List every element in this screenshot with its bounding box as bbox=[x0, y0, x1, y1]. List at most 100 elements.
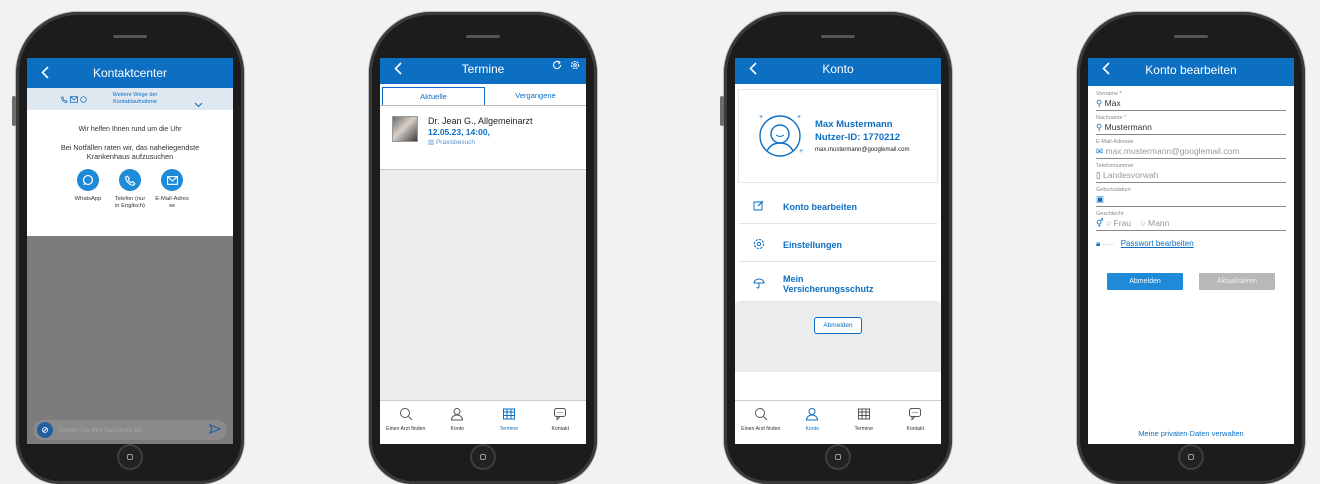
appointment-card[interactable]: Dr. Jean G., Allgemeinarzt 12.05.23, 14:… bbox=[380, 106, 586, 170]
tabbar: Einen Arzt finden Konto Termine Kontakt bbox=[735, 400, 941, 444]
users-icon: ⚲ bbox=[1096, 122, 1105, 132]
password-row: 🔒︎ ······ Passwort bearbeiten bbox=[1096, 239, 1286, 249]
back-icon[interactable] bbox=[1096, 58, 1116, 84]
appointment-datetime: 12.05.23, 14:00, bbox=[428, 127, 490, 137]
settings-icon[interactable] bbox=[570, 60, 580, 70]
privacy-link[interactable]: Meine privaten Daten verwalten bbox=[1088, 429, 1294, 438]
field-value: Max bbox=[1104, 98, 1121, 108]
back-icon[interactable] bbox=[35, 58, 55, 88]
chat-icon bbox=[909, 408, 922, 421]
password-edit-link[interactable]: Passwort bearbeiten bbox=[1121, 239, 1194, 248]
help-text: Wir helfen Ihnen rund um die Uhr bbox=[78, 126, 182, 133]
field-value: max.mustermann@googlemail.com bbox=[1105, 146, 1240, 156]
tabbar-item-konto[interactable]: Konto bbox=[787, 401, 839, 444]
home-button[interactable] bbox=[470, 444, 496, 470]
field-value: Mustermann bbox=[1104, 122, 1152, 132]
logout-button[interactable]: Abmelden bbox=[814, 317, 862, 334]
emergency-text: Bei Notfällen raten wir, das naheliegend… bbox=[60, 143, 200, 161]
phone-kontaktcenter: Kontaktcenter Weitere Wege der Kontaktau… bbox=[12, 12, 244, 484]
whatsapp-option[interactable]: WhatsApp bbox=[70, 169, 106, 209]
screen: Konto + + + Max Mustermann Nutzer-ID: 1770… bbox=[735, 58, 941, 444]
back-icon[interactable] bbox=[388, 58, 408, 84]
menu-konto-bearbeiten[interactable]: Konto bearbeiten bbox=[739, 190, 937, 224]
chat-icon bbox=[554, 408, 567, 421]
radio-label: Mann bbox=[1147, 218, 1170, 228]
phone-option[interactable]: Telefon (nur in Englisch) bbox=[112, 169, 148, 209]
logout-area: Abmelden bbox=[735, 302, 941, 372]
menu-versicherungsschutz[interactable]: Mein Versicherungsschutz bbox=[739, 266, 937, 302]
header: Konto bbox=[735, 58, 941, 84]
user-icon: ⚲ bbox=[1096, 98, 1105, 108]
phone-icon bbox=[119, 169, 141, 191]
header-title: Kontaktcenter bbox=[92, 66, 168, 80]
update-button[interactable]: Aktualisieren bbox=[1199, 273, 1275, 290]
speaker bbox=[466, 35, 500, 38]
user-icon bbox=[806, 408, 819, 421]
logout-button[interactable]: Abmelden bbox=[1107, 273, 1183, 290]
calendar-icon bbox=[502, 408, 515, 420]
profile-avatar-icon: + + + bbox=[759, 114, 803, 157]
contact-icons bbox=[61, 95, 87, 103]
edit-icon bbox=[753, 200, 769, 213]
radio-mann[interactable]: ○ Mann bbox=[1140, 218, 1169, 228]
svg-text:+: + bbox=[759, 114, 763, 121]
gender-icon: ⚥ bbox=[1096, 218, 1107, 228]
tabbar-item-kontakt[interactable]: Kontakt bbox=[535, 401, 587, 444]
appointment-type-label: Praxisbesuch bbox=[435, 139, 475, 146]
tabbar-item-find-doctor[interactable]: Einen Arzt finden bbox=[735, 401, 787, 444]
mail-option[interactable]: E-Mail-Adres se bbox=[154, 169, 190, 209]
whatsapp-icon bbox=[77, 169, 99, 191]
doctor-name: Dr. Jean G., Allgemeinarzt bbox=[428, 116, 533, 126]
back-icon[interactable] bbox=[743, 58, 763, 84]
radio-frau[interactable]: ○ Frau bbox=[1106, 218, 1131, 228]
tab-vergangene[interactable]: Vergangene bbox=[485, 87, 586, 105]
message-input[interactable]: Geben Sie Ihre Nachricht ein... bbox=[59, 427, 209, 434]
tabbar-item-konto[interactable]: Konto bbox=[432, 401, 484, 444]
doctor-avatar bbox=[392, 116, 418, 142]
header: Kontaktcenter bbox=[27, 58, 233, 88]
refresh-icon[interactable] bbox=[552, 60, 562, 70]
tabbar-item-termine[interactable]: Termine bbox=[838, 401, 890, 444]
field-geburtsdatum[interactable]: Geburtsdatum ▣ bbox=[1096, 185, 1286, 207]
home-button[interactable] bbox=[1178, 444, 1204, 470]
menu-einstellungen[interactable]: Einstellungen bbox=[739, 228, 937, 262]
field-email[interactable]: E-Mail-Adresse ✉ max.mustermann@googlemai… bbox=[1096, 137, 1286, 159]
tabbar-item-kontakt[interactable]: Kontakt bbox=[890, 401, 942, 444]
tab-aktuelle[interactable]: Aktuelle bbox=[382, 87, 485, 105]
attachment-icon[interactable] bbox=[37, 422, 53, 438]
password-dots: ······ bbox=[1102, 242, 1115, 248]
tabbar: Einen Arzt finden Konto Termine Kontakt bbox=[380, 400, 586, 444]
tabbar-label: Kontakt bbox=[906, 426, 925, 432]
mail-icon bbox=[161, 169, 183, 191]
tabbar-item-find-doctor[interactable]: Einen Arzt finden bbox=[380, 401, 432, 444]
home-button[interactable] bbox=[117, 444, 143, 470]
screen: Kontaktcenter Weitere Wege der Kontaktau… bbox=[27, 58, 233, 444]
field-nachname[interactable]: Nachname * ⚲ Mustermann bbox=[1096, 113, 1286, 135]
screen: Konto bearbeiten Vorname * ⚲ Max Nachname… bbox=[1088, 58, 1294, 444]
building-icon: ▥ bbox=[428, 139, 436, 146]
header: Konto bearbeiten bbox=[1088, 58, 1294, 86]
contact-panel: Wir helfen Ihnen rund um die Uhr Bei Not… bbox=[27, 110, 233, 236]
header-title: Konto bearbeiten bbox=[1145, 63, 1237, 77]
calendar-icon bbox=[857, 408, 870, 420]
tabbar-item-termine[interactable]: Termine bbox=[483, 401, 535, 444]
home-button[interactable] bbox=[825, 444, 851, 470]
tabbar-label: Kontakt bbox=[551, 426, 570, 432]
side-button bbox=[12, 96, 16, 126]
chevron-down-icon[interactable] bbox=[194, 95, 203, 113]
field-telefon[interactable]: Telefonnummer ▯ Landesvorwah bbox=[1096, 161, 1286, 183]
send-icon[interactable] bbox=[208, 421, 222, 439]
phone-konto: Konto + + + Max Mustermann Nutzer-ID: 1770… bbox=[720, 12, 952, 484]
more-ways-bar[interactable]: Weitere Wege der Kontaktaufnahme bbox=[27, 88, 233, 110]
tabs: Aktuelle Vergangene bbox=[380, 84, 586, 106]
svg-text:+: + bbox=[797, 114, 801, 121]
field-label: Telefonnummer bbox=[1096, 163, 1134, 169]
search-icon bbox=[754, 408, 768, 421]
tabbar-label: Termine bbox=[854, 426, 873, 432]
header-title: Konto bbox=[822, 62, 854, 76]
header: Termine bbox=[380, 58, 586, 84]
profile-name: Max Mustermann bbox=[815, 119, 893, 130]
field-label: E-Mail-Adresse bbox=[1096, 139, 1134, 145]
phone-konto-bearbeiten: Konto bearbeiten Vorname * ⚲ Max Nachname… bbox=[1077, 12, 1305, 484]
field-vorname[interactable]: Vorname * ⚲ Max bbox=[1096, 89, 1286, 111]
